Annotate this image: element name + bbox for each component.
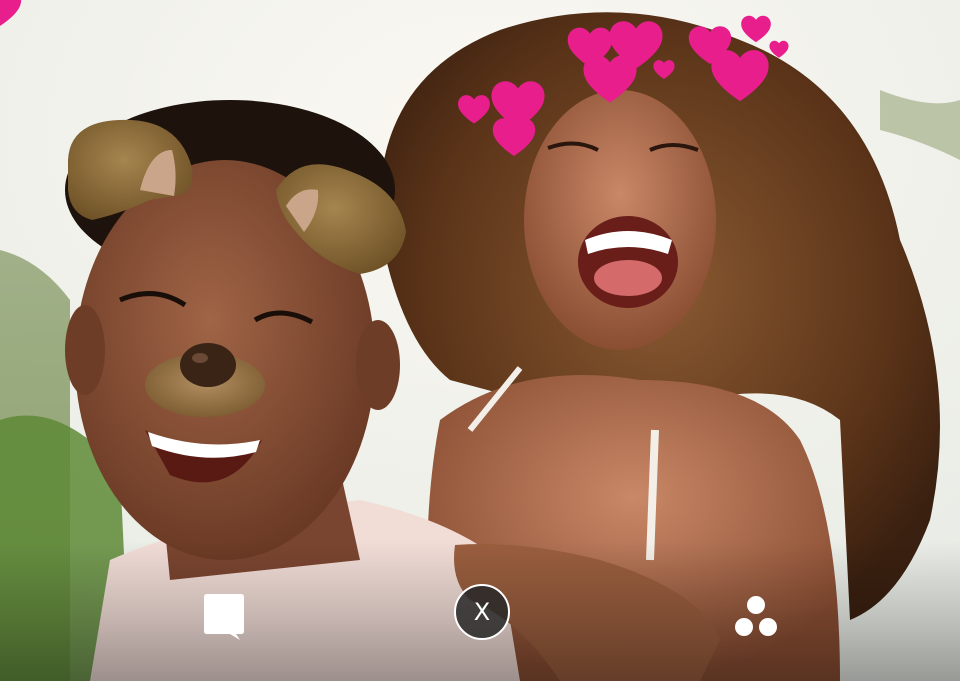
chat-button[interactable] bbox=[198, 591, 250, 643]
close-icon: X bbox=[473, 598, 491, 626]
chat-bubble-icon bbox=[204, 594, 244, 640]
camera-toolbar: X bbox=[0, 581, 960, 681]
camera-preview[interactable]: X bbox=[0, 0, 960, 681]
close-lens-button[interactable]: X bbox=[454, 584, 510, 640]
lens-carousel-icon bbox=[735, 596, 777, 636]
lens-carousel-button[interactable] bbox=[728, 589, 784, 645]
